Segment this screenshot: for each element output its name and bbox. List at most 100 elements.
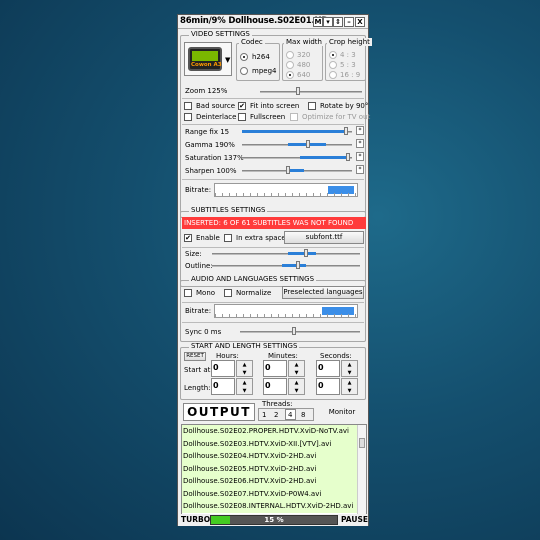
turbo-button[interactable]: TURBO: [181, 515, 210, 524]
maxwidth-640-radio[interactable]: [286, 71, 294, 79]
crop-16-9-radio[interactable]: [329, 71, 337, 79]
optimize-tv-checkbox[interactable]: [290, 113, 298, 121]
range-fix-label: Range fix 15: [185, 128, 230, 136]
crop-4-3-radio[interactable]: [329, 51, 337, 59]
range-fix-fill: [242, 130, 346, 133]
close-button[interactable]: X: [355, 17, 365, 27]
pause-button[interactable]: PAUSE: [341, 515, 368, 524]
resize-button[interactable]: ⇕: [333, 17, 343, 27]
divider: [182, 98, 364, 99]
length-minutes-input[interactable]: 0: [263, 378, 287, 395]
threads-selector[interactable]: 1 2 4 8: [258, 408, 314, 421]
start-hours-stepper[interactable]: ▲ ▼: [236, 360, 253, 377]
zoom-thumb[interactable]: [296, 87, 300, 95]
length-hours-input[interactable]: 0: [211, 378, 235, 395]
list-scrollbar[interactable]: [357, 425, 366, 516]
subtitles-title: SUBTITLES SETTINGS: [189, 206, 268, 214]
deinterlace-checkbox[interactable]: [184, 113, 192, 121]
menu-m-button[interactable]: M: [313, 17, 323, 27]
thread-option-4[interactable]: 4: [285, 409, 296, 420]
rotate-checkbox[interactable]: [308, 102, 316, 110]
divider: [182, 302, 364, 303]
video-settings-title: VIDEO SETTINGS: [189, 30, 252, 38]
progress-bar: 15 %: [210, 515, 338, 525]
start-hours-input[interactable]: 0: [211, 360, 235, 377]
subtitle-outline-thumb[interactable]: [296, 261, 300, 269]
subtitle-outline-label: Outline:: [185, 262, 213, 270]
device-selector[interactable]: Cowon A3 ▼: [184, 42, 232, 76]
list-item[interactable]: Dollhouse.S02E04.HDTV.XviD-2HD.avi: [182, 450, 366, 463]
range-fix-thumb[interactable]: [344, 127, 348, 135]
chevron-down-icon[interactable]: ▼: [225, 56, 230, 64]
codec-mpeg4-radio[interactable]: [240, 67, 248, 75]
divider: [182, 179, 364, 180]
start-seconds-value: 0: [318, 363, 324, 372]
sharpen-reset[interactable]: *: [356, 165, 364, 174]
saturation-thumb[interactable]: [346, 153, 350, 161]
saturation-fill: [300, 156, 348, 159]
fullscreen-checkbox[interactable]: [238, 113, 246, 121]
extra-space-checkbox[interactable]: [224, 234, 232, 242]
list-item[interactable]: Dollhouse.S02E02.PROPER.HDTV.XviD-NoTV.a…: [182, 425, 366, 438]
subtitle-size-slider[interactable]: [212, 253, 360, 255]
audio-bitrate-slider[interactable]: [214, 304, 358, 318]
maxwidth-480-label: 480: [297, 61, 311, 69]
codec-h264-radio[interactable]: [240, 53, 248, 61]
output-button[interactable]: OUTPUT: [183, 403, 255, 421]
reset-button[interactable]: RESET: [184, 352, 206, 361]
subtitle-size-thumb[interactable]: [304, 249, 308, 257]
thread-option-1[interactable]: 1: [262, 411, 266, 419]
start-length-title: START AND LENGTH SETTINGS: [189, 342, 300, 350]
fullscreen-label: Fullscreen: [250, 113, 286, 121]
minimize-button[interactable]: –: [344, 17, 354, 27]
maxwidth-320-radio[interactable]: [286, 51, 294, 59]
saturation-label: Saturation 137%: [185, 154, 244, 162]
mono-label: Mono: [196, 289, 216, 297]
start-minutes-stepper[interactable]: ▲ ▼: [288, 360, 305, 377]
maxwidth-480-radio[interactable]: [286, 61, 294, 69]
subtitles-enable-checkbox[interactable]: ✔: [184, 234, 192, 242]
bad-source-checkbox[interactable]: [184, 102, 192, 110]
thread-option-8[interactable]: 8: [301, 411, 305, 419]
range-fix-reset[interactable]: *: [356, 126, 364, 135]
sync-thumb[interactable]: [292, 327, 296, 335]
fit-screen-checkbox[interactable]: ✔: [238, 102, 246, 110]
sharpen-label: Sharpen 100%: [185, 167, 237, 175]
start-seconds-stepper[interactable]: ▲ ▼: [341, 360, 358, 377]
length-hours-stepper[interactable]: ▲ ▼: [236, 378, 253, 395]
gamma-thumb[interactable]: [306, 140, 310, 148]
zoom-slider[interactable]: [260, 91, 362, 93]
file-list[interactable]: Dollhouse.S02E02.PROPER.HDTV.XviD-NoTV.a…: [181, 424, 367, 517]
title-bar[interactable]: 86min/9% Dollhouse.S02E01.HD M ▾ ⇕ – X: [178, 15, 368, 29]
subtitle-font-button[interactable]: subfont.ttf: [284, 231, 364, 244]
normalize-label: Normalize: [236, 289, 272, 297]
gamma-reset[interactable]: *: [356, 139, 364, 148]
codec-label: Codec: [239, 38, 265, 46]
list-item[interactable]: Dollhouse.S02E03.HDTV.XviD-XII.[VTV].avi: [182, 437, 366, 450]
start-minutes-input[interactable]: 0: [263, 360, 287, 377]
sharpen-thumb[interactable]: [286, 166, 290, 174]
sync-slider[interactable]: [240, 331, 360, 333]
list-item[interactable]: Dollhouse.S02E08.INTERNAL.HDTV.XviD-2HD.…: [182, 500, 366, 513]
saturation-reset[interactable]: *: [356, 152, 364, 161]
list-item[interactable]: Dollhouse.S02E06.HDTV.XviD-2HD.avi: [182, 475, 366, 488]
thread-option-2[interactable]: 2: [274, 411, 278, 419]
subtitle-size-fill: [288, 252, 316, 255]
video-bitrate-slider[interactable]: [214, 183, 358, 197]
divider: [182, 124, 364, 125]
mono-checkbox[interactable]: [184, 289, 192, 297]
list-item[interactable]: Dollhouse.S02E05.HDTV.XviD-2HD.avi: [182, 462, 366, 475]
list-item[interactable]: Dollhouse.S02E07.HDTV.XviD-P0W4.avi: [182, 487, 366, 500]
sync-label: Sync 0 ms: [185, 328, 222, 336]
crop-5-3-radio[interactable]: [329, 61, 337, 69]
progress-text: 15 %: [264, 516, 284, 524]
length-seconds-stepper[interactable]: ▲ ▼: [341, 378, 358, 395]
preselected-languages-button[interactable]: Preselected languages: [282, 286, 364, 299]
app-window: 86min/9% Dollhouse.S02E01.HD M ▾ ⇕ – X V…: [177, 14, 372, 526]
length-minutes-stepper[interactable]: ▲ ▼: [288, 378, 305, 395]
start-seconds-input[interactable]: 0: [316, 360, 340, 377]
dropdown-button[interactable]: ▾: [323, 17, 333, 27]
length-seconds-input[interactable]: 0: [316, 378, 340, 395]
monitor-folder-button[interactable]: Monitor folder: [318, 403, 366, 432]
normalize-checkbox[interactable]: [224, 289, 232, 297]
